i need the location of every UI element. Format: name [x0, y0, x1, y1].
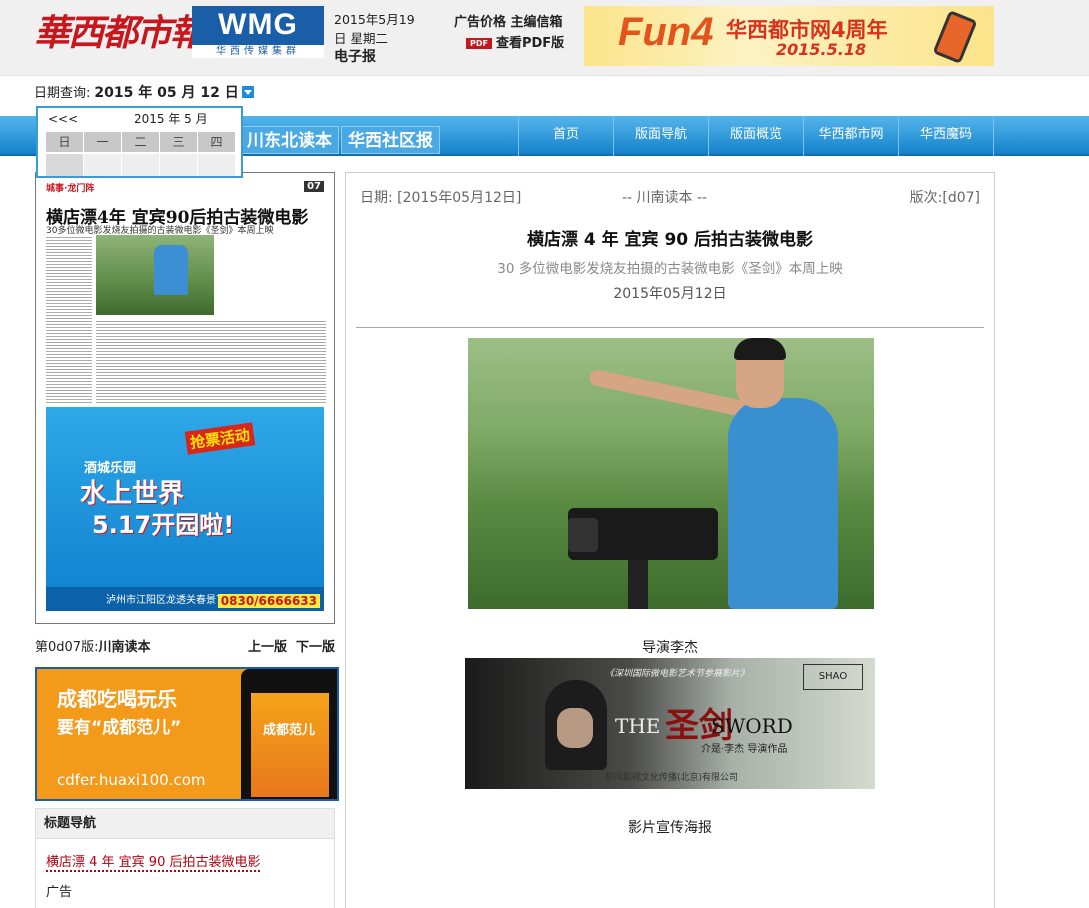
page-navigation: 第0d07版:川南读本 上一版 下一版 — [35, 636, 335, 656]
calendar-popup: <<< 2015 年 5 月 日 一 二 三 四 — [36, 106, 243, 178]
thumbnail-ad[interactable]: 抢票活动 酒城乐园 水上世界 5.17开园啦! 泸州市江阳区龙透关春景下路 08… — [46, 407, 324, 611]
nav-item-page-navigation[interactable]: 版面导航 — [613, 116, 708, 156]
side-ad[interactable]: 成都吃喝玩乐 要有“成都范儿” cdfer.huaxi100.com 成都范儿 — [35, 667, 339, 801]
side-ad-slogan: 要有“成都范儿” — [57, 718, 182, 738]
tab-chuandongbei[interactable]: 川东北读本 — [240, 126, 339, 154]
side-ad-phone-screen — [251, 693, 329, 797]
article-divider — [356, 327, 984, 328]
date-query-label: 日期查询: — [34, 86, 91, 101]
photo-person-hair — [734, 338, 786, 360]
page-thumbnail[interactable]: 城事·龙门阵 07 横店漂4年 宜宾90后拍古装微电影 30多位微电影发烧友拍摄… — [35, 172, 335, 624]
dropdown-arrow-icon[interactable] — [241, 86, 254, 98]
photo-camera-lens — [568, 518, 598, 552]
wmg-logo[interactable]: WMG 华西传媒集群 — [192, 6, 324, 58]
article-panel: 日期: [2015年05月12日] -- 川南读本 -- 版次:[d07] 横店… — [345, 172, 995, 908]
calendar-weekday: 三 — [160, 132, 197, 152]
poster-title-sword: SWORD — [711, 714, 793, 738]
newspaper-logo[interactable]: 華西都市報 — [34, 8, 206, 58]
photo-tripod — [628, 560, 648, 609]
page-number-label: 第0d07版: — [35, 640, 99, 655]
article-section: -- 川南读本 -- — [622, 190, 708, 206]
nav-item-huaxi-web[interactable]: 华西都市网 — [803, 116, 898, 156]
banner-ad[interactable]: Fun4 华西都市网4周年 2015.5.18 — [584, 6, 994, 66]
wmg-logo-text: WMG — [218, 8, 298, 41]
header-date: 2015年5月19 日 星期二 电子报 — [334, 10, 444, 67]
calendar-day-cell[interactable] — [122, 154, 159, 176]
calendar-day-cell[interactable] — [198, 154, 235, 176]
calendar-weekday: 日 — [46, 132, 83, 152]
movie-poster[interactable]: 《深圳国际微电影艺术节参展影片》 圣剑 THE SWORD 介是·李杰 导演作品… — [465, 658, 875, 789]
director-photo[interactable] — [468, 338, 874, 609]
poster-festival-text: 《深圳国际微电影艺术节参展影片》 — [605, 669, 750, 679]
calendar-day-cell[interactable] — [160, 154, 197, 176]
headline-nav-item[interactable]: 广告 — [46, 881, 72, 900]
editor-mail-link[interactable]: 主编信箱 — [511, 15, 563, 30]
thumbnail-masthead: 城事·龙门阵 07 — [46, 181, 324, 199]
poster-company: 郁风影视文化传播(北京)有限公司 — [605, 773, 739, 783]
headline-nav-item[interactable]: 横店漂 4 年 宜宾 90 后拍古装微电影 — [46, 851, 261, 872]
thumbnail-ad-date: 5.17开园啦! — [92, 511, 235, 539]
thumbnail-photo[interactable] — [96, 235, 214, 315]
phone-icon — [932, 10, 978, 64]
thumbnail-ad-badge: 抢票活动 — [184, 422, 256, 455]
calendar-prev-button[interactable]: <<< — [48, 108, 78, 130]
view-pdf-link[interactable]: 查看PDF版 — [496, 36, 564, 51]
calendar-weekday: 四 — [198, 132, 235, 152]
calendar-day-cell[interactable] — [46, 154, 83, 176]
date-query-value[interactable]: 2015 年 05 月 12 日 — [94, 85, 238, 101]
thumbnail-ad-address: 泸州市江阳区龙透关春景下路 — [106, 595, 236, 606]
thumbnail-text-block[interactable] — [96, 319, 326, 405]
poster-credit: 介是·李杰 导演作品 — [701, 744, 788, 755]
article-publish-date: 2015年05月12日 — [613, 286, 727, 302]
side-ad-app-name: 成都范儿 — [263, 723, 316, 738]
nav-item-huaxi-code[interactable]: 华西魔码 — [898, 116, 994, 156]
banner-ad-fun4: Fun4 — [618, 10, 714, 54]
photo-arm — [588, 368, 758, 420]
calendar-weekday: 二 — [122, 132, 159, 152]
calendar-day-row — [46, 154, 241, 176]
poster-title-the: THE — [615, 714, 661, 738]
header-date-line2: 日 星期二 — [334, 31, 388, 46]
nav-tabs: 川东北读本 华西社区报 — [240, 126, 442, 154]
headline-nav-title: 标题导航 — [36, 809, 334, 839]
poster-caption: 影片宣传海报 — [628, 820, 712, 836]
calendar-weekdays: 日 一 二 三 四 — [46, 132, 241, 152]
nav-item-home[interactable]: 首页 — [518, 116, 613, 156]
headline-navigation: 标题导航 横店漂 4 年 宜宾 90 后拍古装微电影 广告 — [35, 808, 335, 908]
nav-menu: 首页 版面导航 版面概览 华西都市网 华西魔码 — [518, 116, 994, 156]
date-query: 日期查询: 2015 年 05 月 12 日 — [34, 82, 254, 102]
calendar-header: <<< 2015 年 5 月 — [38, 108, 241, 130]
banner-ad-date: 2015.5.18 — [776, 40, 867, 59]
header-edition-label: 电子报 — [334, 49, 376, 65]
page-section-name: 川南读本 — [98, 640, 151, 655]
next-page-link[interactable]: 下一版 — [296, 636, 335, 655]
calendar-title: 2015 年 5 月 — [134, 112, 208, 126]
photo-person-body — [728, 398, 838, 609]
header-date-line1: 2015年5月19 — [334, 12, 415, 27]
thumbnail-text-block[interactable] — [46, 235, 92, 405]
article-title: 横店漂 4 年 宜宾 90 后拍古装微电影 — [526, 230, 814, 250]
poster-figure-face — [557, 708, 593, 748]
calendar-weekday: 一 — [84, 132, 121, 152]
prev-page-link[interactable]: 上一版 — [248, 636, 287, 655]
article-subtitle: 30 多位微电影发烧友拍摄的古装微电影《圣剑》本周上映 — [497, 261, 843, 277]
ad-price-link[interactable]: 广告价格 — [454, 15, 506, 30]
pdf-icon: PDF — [466, 38, 492, 49]
tab-huaxi-community[interactable]: 华西社区报 — [341, 126, 440, 154]
wmg-logo-subtitle: 华西传媒集群 — [192, 45, 324, 58]
photo-caption: 导演李杰 — [642, 640, 698, 656]
side-ad-title: 成都吃喝玩乐 — [57, 687, 177, 711]
nav-item-page-overview[interactable]: 版面概览 — [708, 116, 803, 156]
header: 華西都市報 WMG 华西传媒集群 2015年5月19 日 星期二 电子报 广告价… — [0, 0, 1089, 76]
header-links: 广告价格 主编信箱 PDF 查看PDF版 — [454, 12, 578, 54]
poster-logo: SHAO — [803, 664, 863, 690]
article-date: 日期: [2015年05月12日] — [360, 190, 522, 206]
side-ad-url: cdfer.huaxi100.com — [57, 771, 206, 789]
article-edition: 版次:[d07] — [909, 190, 980, 206]
thumbnail-ad-phone: 0830/6666633 — [217, 594, 320, 608]
thumbnail-page-number: 07 — [304, 181, 324, 192]
thumbnail-section: 城事·龙门阵 — [46, 184, 95, 194]
calendar-day-cell[interactable] — [84, 154, 121, 176]
article-meta: 日期: [2015年05月12日] -- 川南读本 -- 版次:[d07] — [360, 187, 980, 207]
